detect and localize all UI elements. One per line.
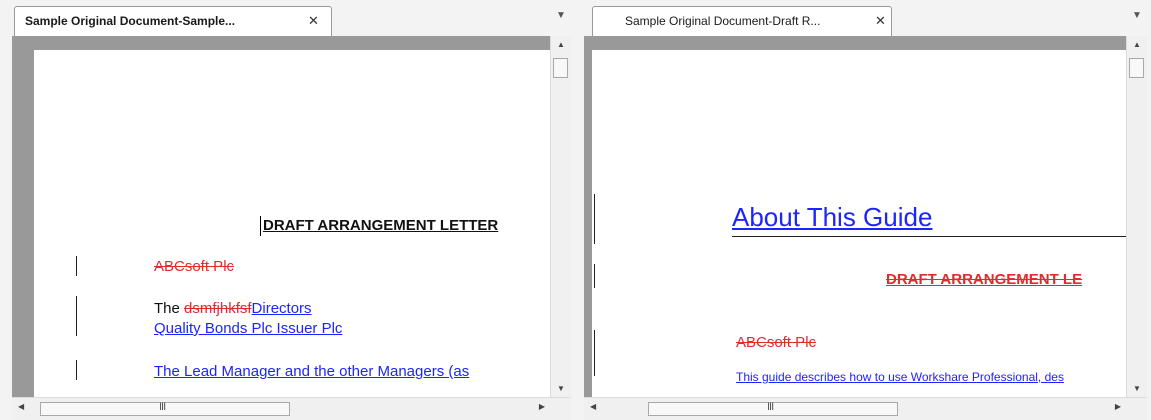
chevron-down-icon[interactable]: ▼ bbox=[556, 10, 566, 21]
change-bar bbox=[594, 264, 595, 288]
right-vertical-scrollbar[interactable]: ▲ ▼ bbox=[1126, 36, 1147, 398]
left-the-text: The bbox=[154, 300, 185, 317]
left-the-line: The dsmfjhkfsfDirectors bbox=[154, 300, 312, 317]
right-document-page[interactable]: About This Guide DRAFT ARRANGEMENT LE AB… bbox=[592, 50, 1127, 398]
right-title: About This Guide bbox=[732, 202, 933, 232]
left-document-tab[interactable]: Sample Original Document-Sample... ✕ bbox=[14, 6, 332, 36]
left-document-frame: DRAFT ARRANGEMENT LETTER ABCsoft Plc The… bbox=[12, 36, 571, 420]
right-document-frame: About This Guide DRAFT ARRANGEMENT LE AB… bbox=[584, 36, 1147, 420]
change-bar bbox=[76, 360, 77, 380]
left-document-pane: Sample Original Document-Sample... ✕ ▼ D… bbox=[0, 0, 575, 420]
text-cursor bbox=[260, 216, 261, 236]
horizontal-scroll-thumb[interactable]: III bbox=[40, 401, 290, 416]
right-heading: DRAFT ARRANGEMENT LE bbox=[886, 271, 1083, 288]
close-icon[interactable]: ✕ bbox=[308, 13, 319, 29]
change-bar bbox=[594, 194, 595, 244]
scroll-left-icon[interactable]: ◀ bbox=[18, 402, 24, 411]
scroll-up-icon[interactable]: ▲ bbox=[551, 38, 571, 52]
scroll-right-icon[interactable]: ▶ bbox=[1115, 402, 1121, 411]
scroll-down-icon[interactable]: ▼ bbox=[1127, 382, 1147, 396]
left-horizontal-scrollbar[interactable]: ◀ III ▶ bbox=[12, 397, 571, 420]
right-guide-text: This guide describes how to use Workshar… bbox=[736, 370, 1064, 384]
grip-icon: III bbox=[767, 401, 774, 413]
scroll-right-icon[interactable]: ▶ bbox=[539, 402, 545, 411]
scroll-down-icon[interactable]: ▼ bbox=[551, 382, 571, 396]
left-vertical-scrollbar[interactable]: ▲ ▼ bbox=[550, 36, 571, 398]
vertical-scroll-thumb[interactable] bbox=[553, 58, 568, 78]
right-horizontal-scrollbar[interactable]: ◀ III ▶ bbox=[584, 397, 1147, 420]
change-bar bbox=[76, 256, 77, 276]
scroll-left-icon[interactable]: ◀ bbox=[590, 402, 596, 411]
left-company-deleted: ABCsoft Plc bbox=[154, 258, 235, 275]
left-issuer-line: Quality Bonds Plc Issuer Plc bbox=[154, 320, 343, 337]
close-icon[interactable]: ✕ bbox=[875, 13, 886, 29]
right-company-deleted: ABCsoft Plc bbox=[736, 334, 817, 351]
left-lead-manager-line: The Lead Manager and the other Managers … bbox=[154, 363, 470, 380]
left-document-page[interactable]: DRAFT ARRANGEMENT LETTER ABCsoft Plc The… bbox=[34, 50, 551, 398]
vertical-scroll-thumb[interactable] bbox=[1129, 58, 1144, 78]
horizontal-scroll-thumb[interactable]: III bbox=[648, 401, 898, 416]
left-inserted-word: Directors bbox=[251, 300, 312, 317]
right-tab-label: Sample Original Document-Draft R... bbox=[625, 14, 821, 28]
left-heading: DRAFT ARRANGEMENT LETTER bbox=[263, 217, 499, 234]
change-bar bbox=[76, 296, 77, 336]
left-deleted-word: dsmfjhkfsf bbox=[184, 300, 252, 317]
grip-icon: III bbox=[159, 401, 166, 413]
right-document-pane: Sample Original Document-Draft R... ✕ ▼ … bbox=[578, 0, 1151, 420]
right-document-tab[interactable]: Sample Original Document-Draft R... ✕ bbox=[592, 6, 892, 36]
title-rule bbox=[732, 236, 1127, 237]
left-tab-bar: Sample Original Document-Sample... ✕ ▼ bbox=[0, 0, 575, 36]
chevron-down-icon[interactable]: ▼ bbox=[1132, 10, 1142, 21]
right-tab-bar: Sample Original Document-Draft R... ✕ ▼ bbox=[578, 0, 1151, 36]
change-bar bbox=[594, 330, 595, 376]
left-tab-label: Sample Original Document-Sample... bbox=[25, 14, 236, 28]
scroll-up-icon[interactable]: ▲ bbox=[1127, 38, 1147, 52]
